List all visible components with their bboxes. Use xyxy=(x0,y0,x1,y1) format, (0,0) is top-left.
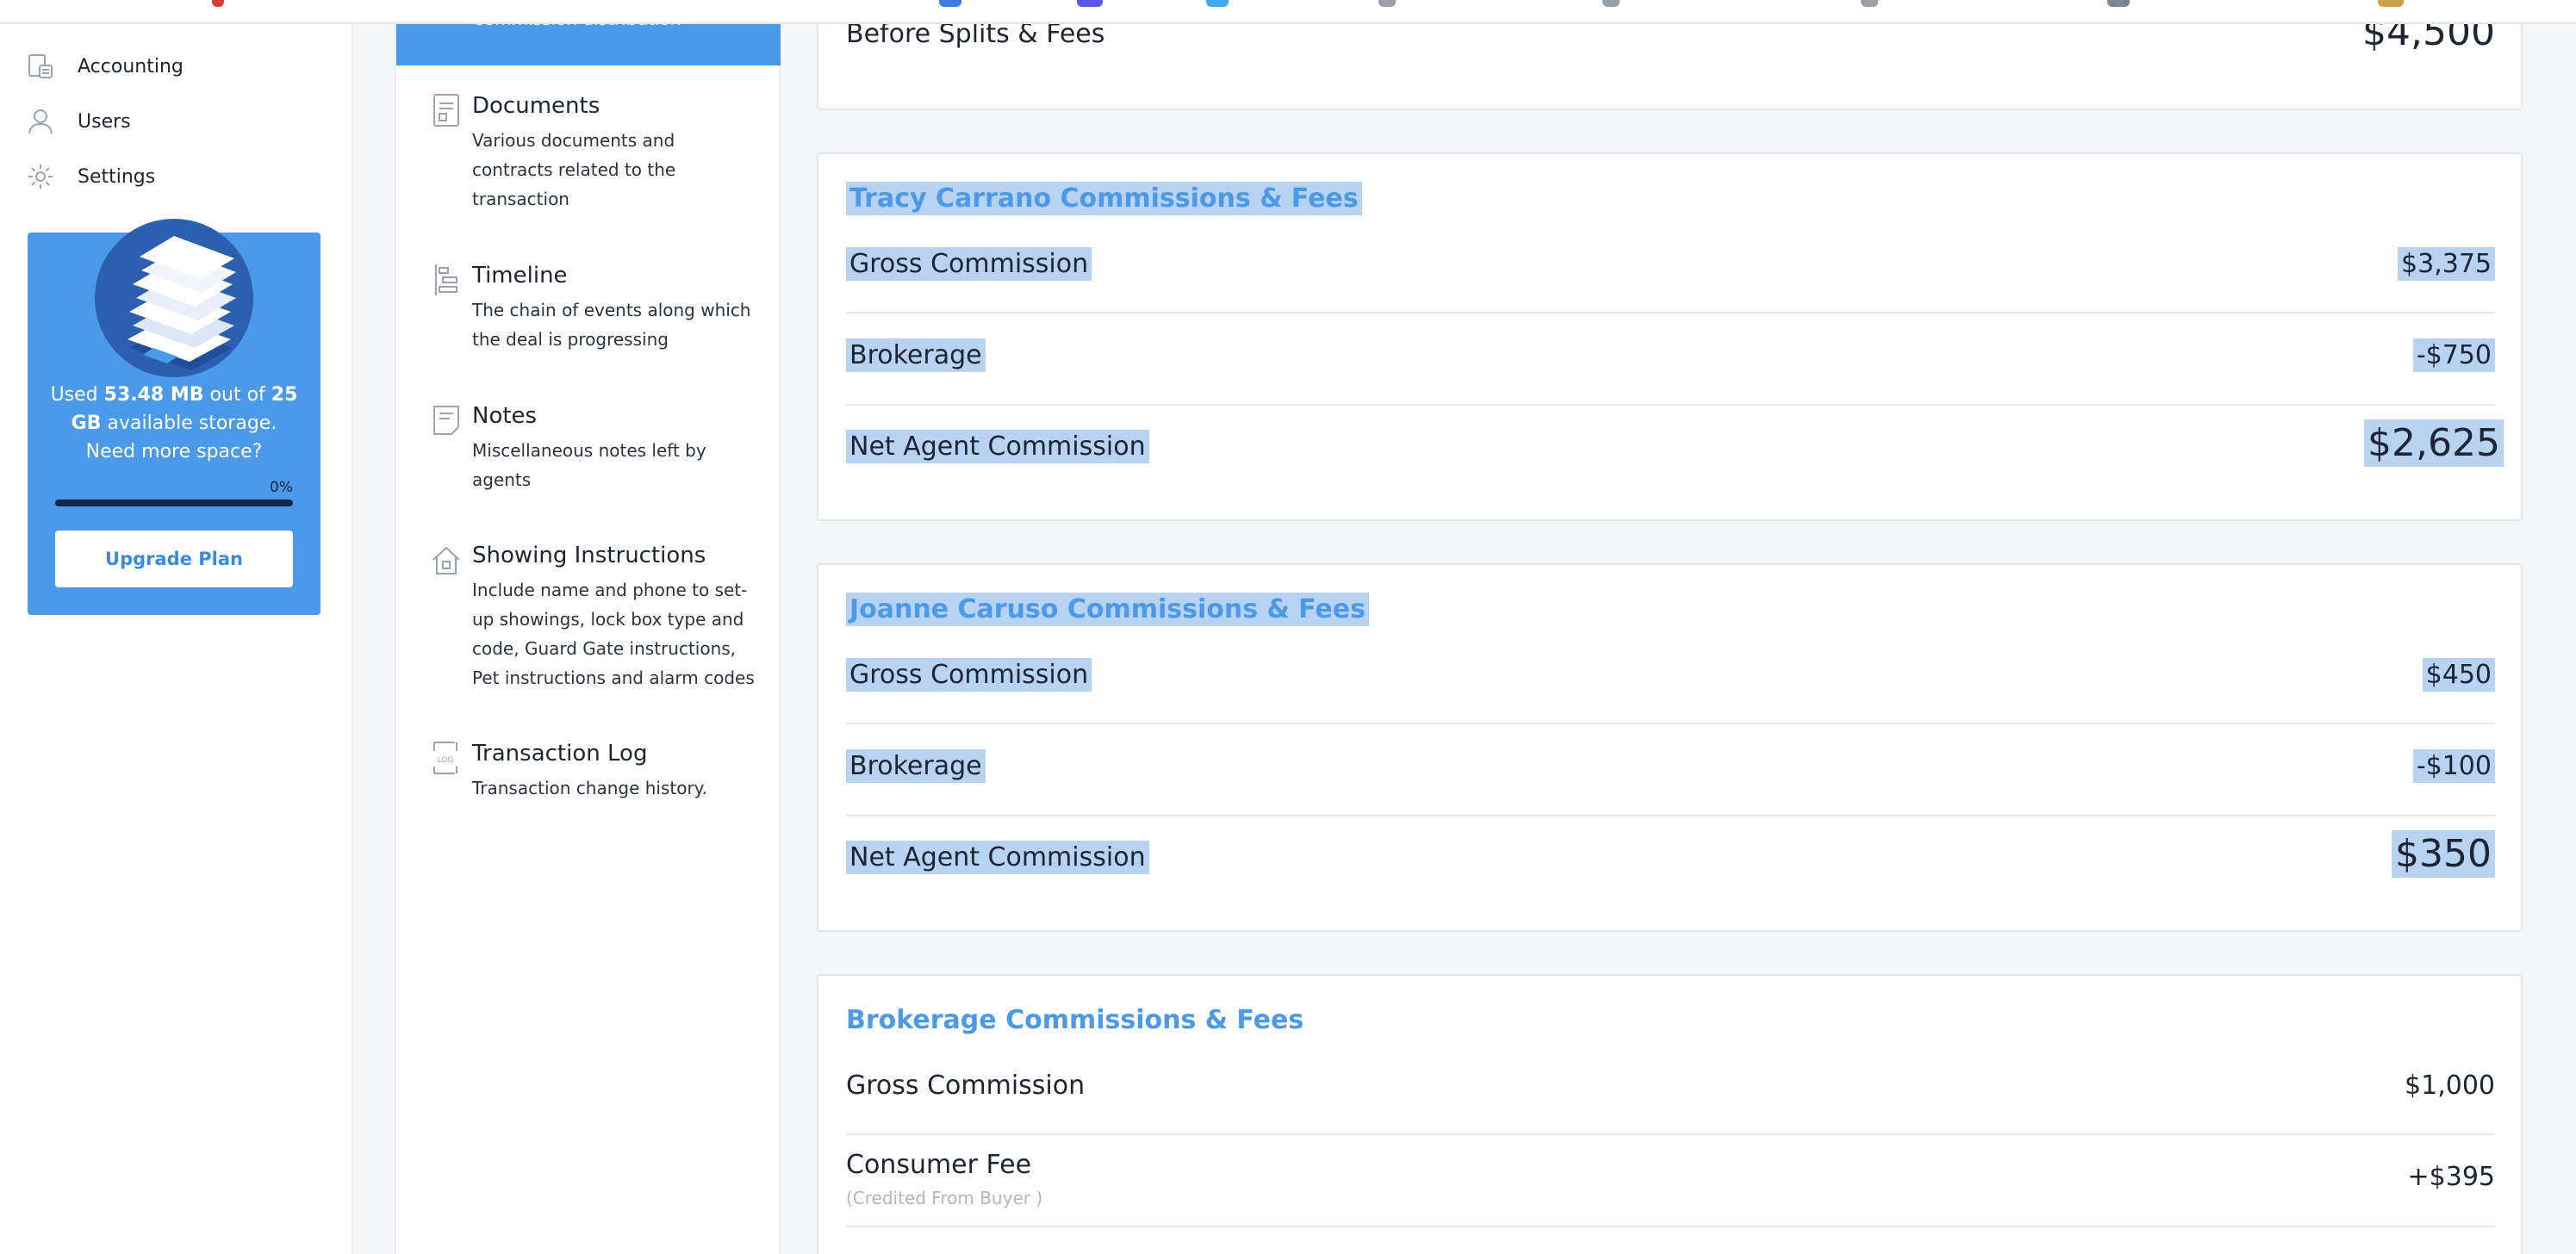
app-sidebar: Accounting Users Settings Used 53.48 MB … xyxy=(0,0,353,1254)
row-divider xyxy=(846,312,2495,314)
menu-item-transaction-log[interactable]: LOG Transaction Log Transaction change h… xyxy=(396,741,781,810)
sidebar-item-accounting[interactable]: Accounting xyxy=(26,45,184,88)
svg-text:LOG: LOG xyxy=(438,756,454,765)
row-label-net-agent-commission: Net Agent Commission xyxy=(846,430,1149,463)
sidebar-item-label: Settings xyxy=(78,165,156,188)
bookmark-icon-folder[interactable] xyxy=(2378,0,2404,7)
browser-bookmark-bar xyxy=(0,0,2576,24)
agent-commission-card-joanne: Joanne Caruso Commissions & Fees Gross C… xyxy=(817,563,2523,932)
bookmark-icon-gray-2[interactable] xyxy=(1602,0,1620,7)
document-icon xyxy=(431,93,462,127)
row-value-brokerage: -$100 xyxy=(2412,749,2495,783)
row-label-gross-commission: Gross Commission xyxy=(846,658,1092,692)
brokerage-commission-card: Brokerage Commissions & Fees Gross Commi… xyxy=(817,974,2523,1254)
timeline-icon xyxy=(431,263,462,297)
row-value-gross-commission: $1,000 xyxy=(2405,1071,2495,1101)
sidebar-item-label: Accounting xyxy=(78,55,184,78)
row-value-net-agent-commission: $350 xyxy=(2392,830,2495,878)
menu-item-timeline[interactable]: Timeline The chain of events along which… xyxy=(396,263,781,357)
row-divider xyxy=(846,815,2495,816)
log-icon: LOG xyxy=(431,741,462,775)
menu-item-notes[interactable]: Notes Miscellaneous notes left by agents xyxy=(396,403,781,498)
row-label-gross-commission: Gross Commission xyxy=(846,247,1092,281)
menu-item-desc: Transaction change history. xyxy=(472,778,708,798)
notes-icon xyxy=(431,403,462,438)
user-icon xyxy=(26,107,55,136)
card-title: Brokerage Commissions & Fees xyxy=(846,1005,1304,1035)
house-icon xyxy=(431,543,462,577)
row-value-gross-commission: $450 xyxy=(2422,658,2495,692)
menu-item-title: Notes xyxy=(472,403,538,429)
upgrade-plan-button[interactable]: Upgrade Plan xyxy=(55,531,293,587)
row-value-net-agent-commission: $2,625 xyxy=(2364,419,2504,467)
bookmark-icon-gray-3[interactable] xyxy=(1861,0,1878,7)
menu-item-title: Timeline xyxy=(472,263,568,289)
stacked-documents-illustration xyxy=(95,219,253,377)
row-divider xyxy=(846,404,2495,406)
menu-item-desc: The chain of events along which the deal… xyxy=(472,300,751,350)
row-value-consumer-fee: +$395 xyxy=(2407,1162,2495,1192)
row-label-net-agent-commission: Net Agent Commission xyxy=(846,841,1149,874)
menu-item-documents[interactable]: Documents Various documents and contract… xyxy=(396,93,781,214)
bookmark-icon-chart[interactable] xyxy=(2107,0,2130,7)
storage-usage-text: Used 53.48 MB out of 25 GB available sto… xyxy=(50,384,298,462)
row-divider xyxy=(846,1133,2495,1135)
menu-item-desc: Miscellaneous notes left by agents xyxy=(472,440,706,490)
bookmark-icon-red[interactable] xyxy=(212,0,224,7)
row-label-brokerage: Brokerage xyxy=(846,749,986,783)
row-divider xyxy=(846,1226,2495,1227)
row-label-consumer-fee: Consumer Fee xyxy=(846,1150,1032,1180)
menu-item-showing-instructions[interactable]: Showing Instructions Include name and ph… xyxy=(396,543,781,698)
card-title: Tracy Carrano Commissions & Fees xyxy=(846,182,1362,215)
bookmark-icon-gray[interactable] xyxy=(1378,0,1396,7)
bookmark-icon-purple[interactable] xyxy=(1077,0,1103,7)
storage-progress-bar xyxy=(55,500,293,506)
bookmark-icon-blue[interactable] xyxy=(939,0,961,7)
accounting-icon xyxy=(26,52,55,81)
storage-percent-label: 0% xyxy=(270,479,293,496)
menu-item-title: Transaction Log xyxy=(472,741,648,767)
row-divider xyxy=(846,723,2495,724)
row-note-credited-from-buyer: (Credited From Buyer ) xyxy=(846,1188,1043,1208)
row-label-gross-commission: Gross Commission xyxy=(846,1071,1086,1101)
row-label-brokerage: Brokerage xyxy=(846,338,986,372)
row-value-brokerage: -$750 xyxy=(2412,338,2495,372)
bookmark-icon-lightblue[interactable] xyxy=(1206,0,1229,7)
transaction-section-menu: Commission distribution Documents Variou… xyxy=(395,0,781,1254)
storage-usage-card: Used 53.48 MB out of 25 GB available sto… xyxy=(28,219,320,615)
menu-item-title: Showing Instructions xyxy=(472,543,706,568)
menu-item-desc: Include name and phone to set-up showing… xyxy=(472,580,755,688)
gear-icon xyxy=(26,162,55,191)
sidebar-item-users[interactable]: Users xyxy=(26,100,131,143)
menu-item-desc: Various documents and contracts related … xyxy=(472,130,676,209)
agent-commission-card-tracy: Tracy Carrano Commissions & Fees Gross C… xyxy=(817,152,2523,521)
sidebar-item-label: Users xyxy=(78,110,131,133)
card-title: Joanne Caruso Commissions & Fees xyxy=(846,593,1369,626)
sidebar-item-settings[interactable]: Settings xyxy=(26,155,155,198)
row-value-gross-commission: $3,375 xyxy=(2398,247,2495,281)
menu-item-title: Documents xyxy=(472,93,600,119)
